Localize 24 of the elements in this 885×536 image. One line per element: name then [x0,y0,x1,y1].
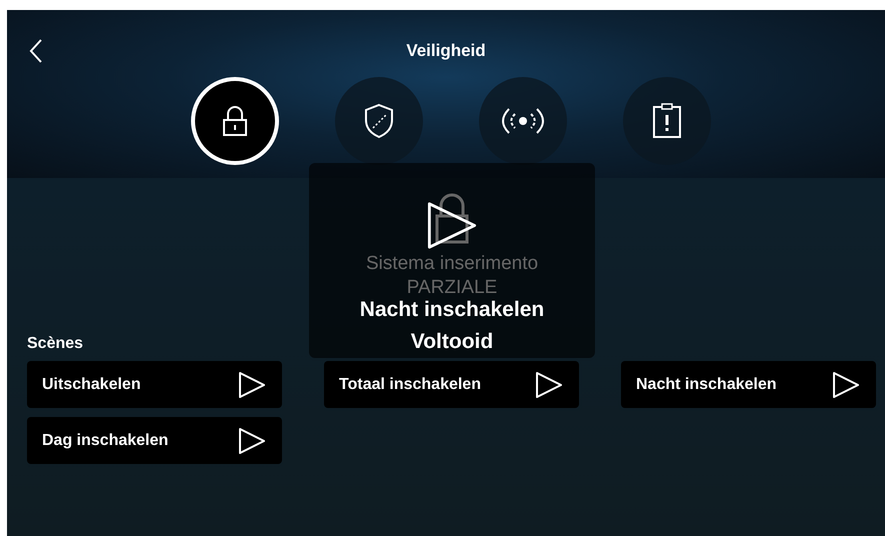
play-button[interactable] [832,370,860,398]
play-icon [238,426,266,454]
back-icon [29,38,43,64]
page-title: Veiligheid [405,40,487,62]
overlay-message: Nacht inschakelen [360,297,544,323]
status-text: Sistema inserimento PARZIALE [364,252,540,300]
play-button[interactable] [238,370,266,398]
play-button[interactable] [238,426,266,454]
play-icon [425,201,479,250]
signal-icon [501,107,545,135]
scene-label: Nacht inschakelen [636,374,776,394]
scene-label: Totaal inschakelen [339,374,481,394]
scene-label: Dag inschakelen [42,430,168,450]
play-icon [832,370,860,398]
scene-label: Uitschakelen [42,374,141,394]
section-title: Scènes [27,334,84,354]
shield-icon [364,103,394,139]
overlay-message: Voltooid [410,329,494,355]
lock-icon [434,192,470,244]
play-icon [238,370,266,398]
play-button[interactable] [535,370,563,398]
lock-icon [222,105,248,137]
play-icon [535,370,563,398]
clipboard-icon [652,103,682,139]
